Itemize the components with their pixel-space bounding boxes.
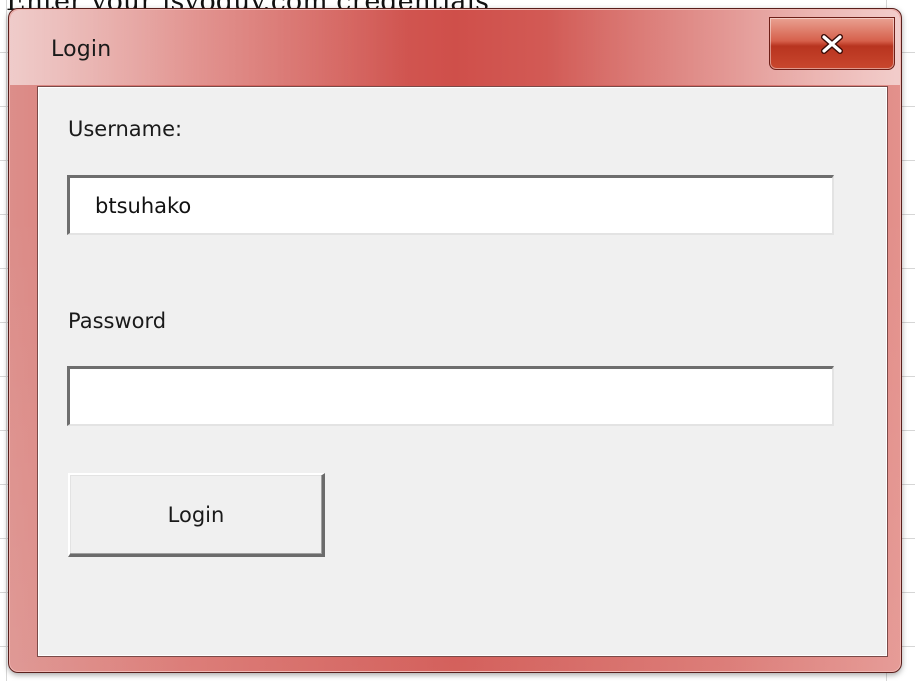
window-title: Login — [51, 37, 112, 62]
close-icon — [770, 18, 894, 69]
password-input[interactable] — [67, 366, 834, 426]
title-bar[interactable] — [10, 10, 900, 85]
password-label: Password — [68, 309, 167, 333]
username-input[interactable] — [67, 175, 834, 235]
close-button[interactable] — [769, 17, 895, 70]
login-button[interactable]: Login — [68, 473, 325, 557]
username-label: Username: — [68, 117, 183, 141]
